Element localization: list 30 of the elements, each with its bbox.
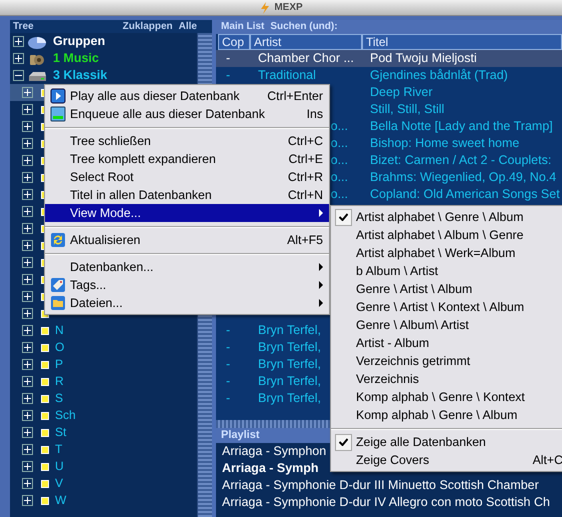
table-cell: Bryn Terfel,: [258, 391, 321, 405]
table-cell: Pod Twoju Mieljosti: [370, 51, 477, 65]
table-cell: Bryn Terfel,: [258, 374, 321, 388]
table-cell: o...: [330, 170, 348, 184]
panel-title: Main List: [221, 20, 264, 34]
table-cell: Bishop: Home sweet home: [370, 136, 520, 150]
window-title: MEXP: [274, 1, 303, 15]
table-cell: Bryn Terfel,: [258, 340, 321, 354]
table-cell: Copland: Old American Songs Set: [370, 187, 560, 201]
table-cell: -: [226, 51, 230, 65]
table-cell: o...: [330, 187, 348, 201]
table-cell: Bizet: Carmen / Act 2 - Couplets:: [370, 153, 552, 167]
table-cell: Brahms: Wiegenlied, Op.49, No.4: [370, 170, 556, 184]
table-cell: Bella Notte [Lady and the Tramp]: [370, 119, 553, 133]
table-cell: Bryn Terfel,: [258, 357, 321, 371]
table-cell: -: [226, 340, 230, 354]
table-cell: -: [226, 323, 230, 337]
table-cell: Chamber Chor ...: [258, 51, 354, 65]
table-cell: o...: [330, 136, 348, 150]
table-cell: -: [226, 391, 230, 405]
table-cell: Gjendines bådnlåt (Trad): [370, 68, 508, 82]
table-cell: o...: [330, 153, 348, 167]
table-cell: -: [226, 357, 230, 371]
table-cell: -: [226, 374, 230, 388]
search-label: Suchen (und):: [270, 20, 338, 34]
panel-title: Tree: [13, 20, 34, 33]
table-cell: Traditional: [258, 68, 316, 82]
table-cell: Bryn Terfel,: [258, 323, 321, 337]
table-cell: o...: [330, 119, 348, 133]
table-cell: -: [226, 68, 230, 82]
